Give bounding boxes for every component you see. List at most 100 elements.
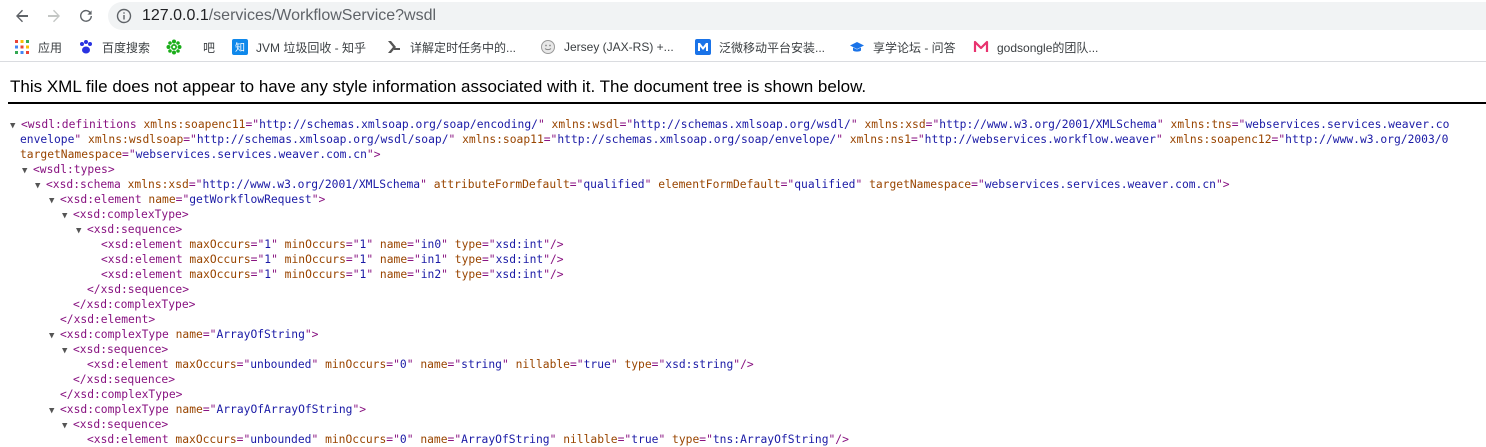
xml-attr-value: getWorkflowRequest <box>189 193 312 206</box>
xml-attr-value: http://schemas.xmlsoap.org/soap/envelope… <box>557 133 837 146</box>
xml-attr-value: qualified <box>794 178 856 191</box>
xml-attr-value: xsd:int <box>495 238 544 251</box>
xml-tag-text: " <box>850 118 865 131</box>
xml-tag-text: =" <box>481 268 496 281</box>
collapse-toggle-icon[interactable]: ▼ <box>62 209 73 224</box>
xml-attr-name: targetNamespace <box>20 148 123 161</box>
xml-attr-name: name <box>148 193 176 206</box>
xml-attr-name: xmlns:soap11 <box>462 133 544 146</box>
back-button[interactable] <box>10 4 34 28</box>
csdn-icon <box>386 39 402 55</box>
info-icon[interactable] <box>116 8 132 24</box>
xml-tag-text: =" <box>407 253 421 266</box>
collapse-toggle-icon[interactable]: ▼ <box>76 224 87 239</box>
xml-tag-text: " <box>74 133 89 146</box>
xml-tag-text: <wsdl:types> <box>33 163 115 176</box>
xml-attr-value: http://schemas.xmlsoap.org/wsdl/soap/ <box>196 133 449 146</box>
address-bar[interactable]: 127.0.0.1/services/WorkflowService?wsdl <box>108 2 1486 30</box>
bookmark-tieba[interactable]: 吧 <box>203 37 215 57</box>
xml-tag-text: =" <box>925 118 940 131</box>
xml-line: </xsd:element> <box>49 312 155 327</box>
xml-tag-text: "/> <box>543 253 564 266</box>
xml-line: <xsd:element maxOccurs="1" minOccurs="1"… <box>90 252 564 267</box>
bookmark-fanwei[interactable]: 泛微移动平台安装... <box>695 37 825 57</box>
back-arrow-icon <box>16 9 28 23</box>
xml-tag-text: "> <box>311 193 326 206</box>
bookmark-zhihu[interactable]: 知 JVM 垃圾回收 - 知乎 <box>232 37 366 57</box>
xml-tag-text: <xsd:element <box>60 193 149 206</box>
gear-flower-icon <box>166 39 182 55</box>
bookmark-godsongle[interactable]: godsongle的团队... <box>973 37 1098 57</box>
xml-tag-text: =" <box>188 178 203 191</box>
xml-tag-text: <xsd:element <box>87 358 176 371</box>
xml-attr-value: webservices.services.weaver.com.cn <box>984 178 1216 191</box>
notice-divider <box>8 102 1486 104</box>
xml-tag-text: "/> <box>733 358 754 371</box>
xml-tag-text: "> <box>304 328 319 341</box>
bookmark-csdn[interactable]: 详解定时任务中的... <box>386 37 516 57</box>
url-text[interactable]: 127.0.0.1/services/WorkflowService?wsdl <box>142 7 436 25</box>
forward-arrow-icon <box>48 9 60 23</box>
xml-line: ▼ <xsd:sequence> <box>62 417 168 432</box>
bookmark-label: JVM 垃圾回收 - 知乎 <box>256 40 366 55</box>
xml-attr-value: ArrayOfString <box>216 328 305 341</box>
xml-attr-name: name <box>175 403 203 416</box>
xml-tag-text: " <box>420 178 434 191</box>
bookmark-xiangxue[interactable]: 享学论坛 - 问答 <box>849 37 956 57</box>
xml-tag-text: =" <box>250 238 265 251</box>
collapse-toggle-icon[interactable]: ▼ <box>35 179 46 194</box>
bookmark-apps[interactable]: 应用 <box>14 37 62 57</box>
xml-tag-text: =" <box>481 253 496 266</box>
xml-tag-text: =" <box>971 178 985 191</box>
xml-tag-text: =" <box>202 403 217 416</box>
xml-tag-text: "> <box>352 403 367 416</box>
svg-text:知: 知 <box>235 41 245 54</box>
reload-button[interactable] <box>74 4 98 28</box>
xml-tag-text: " <box>537 118 552 131</box>
bookmark-label: 详解定时任务中的... <box>410 40 517 55</box>
collapse-toggle-icon[interactable]: ▼ <box>49 194 60 209</box>
bookmark-label: Jersey (JAX-RS) +... <box>564 40 674 54</box>
xml-tag-text: =" <box>407 238 421 251</box>
xml-tag-text: =" <box>250 268 265 281</box>
xml-tag-text: " <box>406 358 421 371</box>
xml-line: </xsd:complexType> <box>49 387 182 402</box>
collapse-toggle-icon[interactable]: ▼ <box>49 329 60 344</box>
m-logo-icon <box>973 39 989 55</box>
xml-attr-name: type <box>454 253 482 266</box>
xml-attr-name: maxOccurs <box>189 268 251 281</box>
bookmark-gear[interactable] <box>166 37 190 57</box>
xml-tag-text: =" <box>569 178 584 191</box>
collapse-toggle-icon[interactable]: ▼ <box>22 164 33 179</box>
bookmark-jersey[interactable]: Jersey (JAX-RS) +... <box>540 37 674 57</box>
xml-tag-text: " <box>271 253 285 266</box>
xml-tag-text: <xsd:element <box>101 238 190 251</box>
xml-attr-name: name <box>379 268 408 281</box>
collapse-toggle-icon[interactable]: ▼ <box>62 419 73 434</box>
xml-tag-text: <xsd:complexType <box>60 328 176 341</box>
xml-attr-value: in0 <box>420 238 442 251</box>
bookmark-label: godsongle的团队... <box>997 40 1099 55</box>
xml-attr-name: name <box>379 238 408 251</box>
xml-attr-value: ArrayOfArrayOfString <box>216 403 353 416</box>
xml-tag-text: " <box>311 358 326 371</box>
xml-attr-value: http://schemas.xmlsoap.org/soap/encoding… <box>259 118 538 131</box>
xml-line: ▼ <xsd:sequence> <box>62 342 168 357</box>
collapse-toggle-icon[interactable]: ▼ <box>49 404 60 419</box>
xml-attr-value: webservices.services.weaver.com.cn <box>135 148 367 161</box>
xml-tag-text: "> <box>1215 178 1230 191</box>
bookmark-baidu[interactable]: 百度搜索 <box>78 37 150 57</box>
xml-tag-text: " <box>441 268 455 281</box>
xml-tag-text: =" <box>481 238 496 251</box>
xml-tag-text: =" <box>245 118 260 131</box>
collapse-toggle-icon[interactable]: ▼ <box>62 344 73 359</box>
xml-tag-text: =" <box>407 268 421 281</box>
xml-tag-text: " <box>366 268 380 281</box>
xml-tag-text: =" <box>236 358 251 371</box>
xml-tag-text: " <box>441 238 455 251</box>
forward-button[interactable] <box>42 4 66 28</box>
baidu-paw-icon <box>78 39 94 55</box>
xml-attr-value: unbounded <box>250 358 312 371</box>
xml-line: ▼ <xsd:element name="getWorkflowRequest"> <box>49 192 325 207</box>
xml-tag-text: =" <box>345 238 360 251</box>
